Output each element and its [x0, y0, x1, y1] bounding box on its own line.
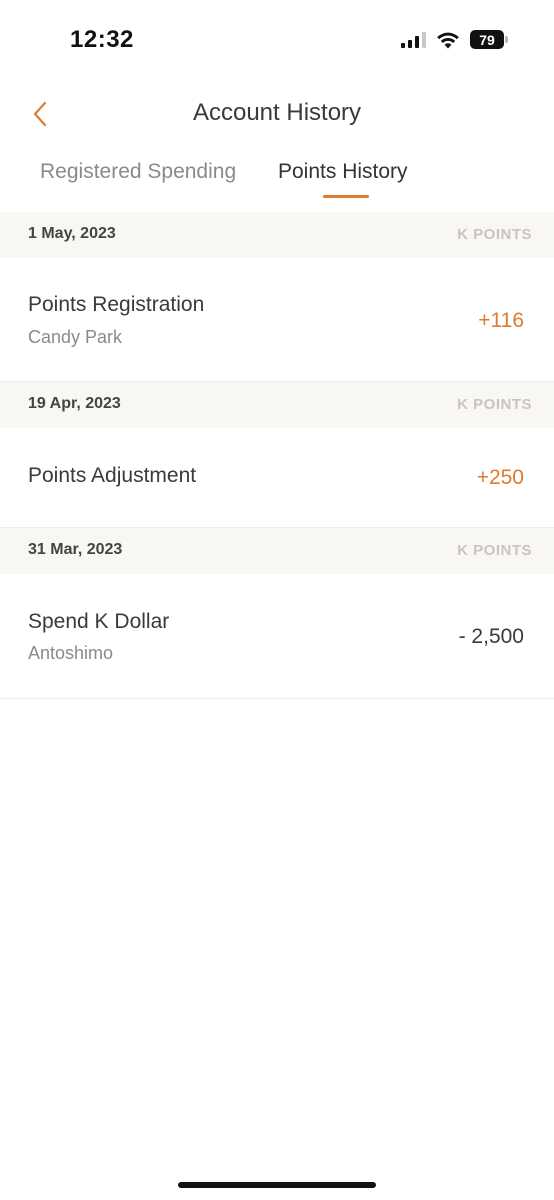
history-entry[interactable]: Spend K Dollar Antoshimo - 2,500 [0, 574, 554, 699]
entry-subtitle: Antoshimo [28, 643, 114, 663]
entry-amount: +250 [476, 466, 524, 489]
entry-title: Points Registration [28, 293, 205, 316]
section-date: 1 May, 2023 [28, 225, 116, 242]
section-date: 19 Apr, 2023 [28, 395, 121, 412]
section-date: 31 Mar, 2023 [28, 541, 123, 558]
active-tab-indicator [323, 195, 369, 198]
signal-icon [401, 31, 426, 48]
status-bar: 12:32 79 [0, 0, 554, 80]
history-entry[interactable]: Points Adjustment +250 [0, 428, 554, 528]
section-header: 19 Apr, 2023 K POINTS [0, 382, 554, 428]
entry-title: Points Adjustment [28, 464, 197, 487]
section-unit-label: K POINTS [457, 396, 532, 413]
section-header: 31 Mar, 2023 K POINTS [0, 528, 554, 574]
section-unit-label: K POINTS [457, 542, 532, 559]
wifi-icon [437, 32, 459, 48]
status-time: 12:32 [70, 26, 134, 53]
page-title: Account History [192, 99, 362, 126]
tab-registered-spending[interactable]: Registered Spending [40, 160, 236, 184]
status-icons: 79 [401, 30, 508, 49]
entry-title: Spend K Dollar [28, 610, 170, 633]
entry-amount: +116 [478, 309, 524, 332]
entry-subtitle: Candy Park [28, 327, 123, 347]
battery-level: 79 [470, 30, 504, 49]
tab-points-history[interactable]: Points History [278, 160, 408, 184]
history-entry[interactable]: Points Registration Candy Park +116 [0, 258, 554, 382]
home-indicator[interactable] [178, 1182, 376, 1188]
battery-icon: 79 [470, 30, 508, 49]
section-header: 1 May, 2023 K POINTS [0, 212, 554, 258]
entry-amount: - 2,500 [458, 625, 524, 648]
section-unit-label: K POINTS [457, 226, 532, 243]
